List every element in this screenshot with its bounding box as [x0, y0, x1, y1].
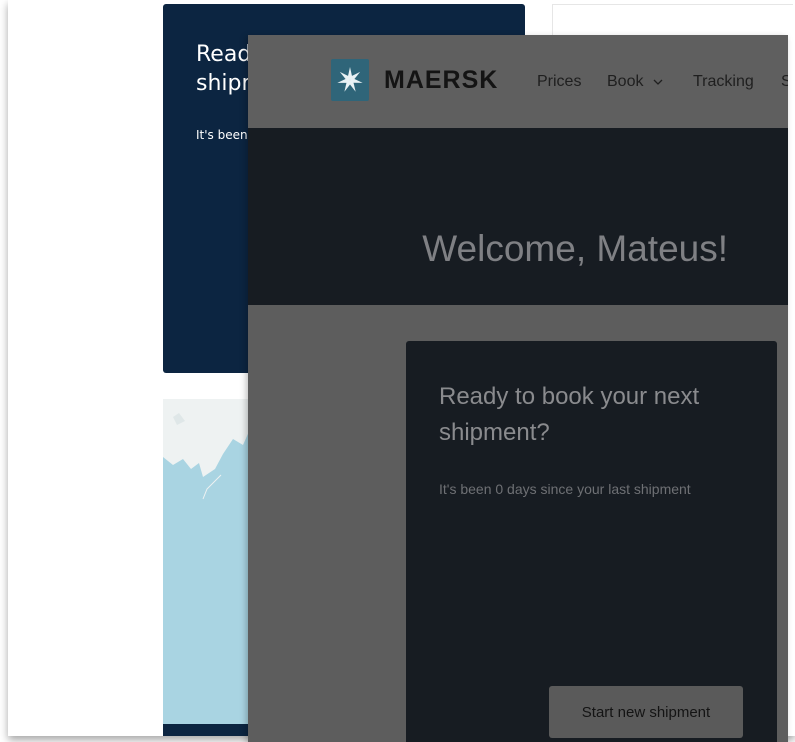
nav-item-truncated[interactable]: S: [781, 73, 788, 91]
maersk-star-icon[interactable]: [331, 59, 369, 101]
booking-card-title: Ready to book your next shipment?: [439, 383, 700, 446]
brand-name[interactable]: MAERSK: [384, 66, 498, 95]
nav-book-label: Book: [607, 73, 644, 90]
chevron-down-icon: [653, 79, 663, 85]
welcome-banner: Welcome, Mateus!: [248, 128, 788, 305]
nav-tracking[interactable]: Tracking: [693, 73, 754, 91]
start-new-shipment-button[interactable]: Start new shipment: [549, 686, 743, 738]
booking-card: Ready to book your next shipment? It's b…: [406, 341, 777, 742]
top-navigation: MAERSK Prices Book Tracking S: [248, 35, 788, 128]
foreground-window: MAERSK Prices Book Tracking S Welcome, M…: [248, 35, 788, 742]
nav-prices[interactable]: Prices: [537, 73, 581, 91]
nav-book[interactable]: Book: [607, 73, 663, 91]
welcome-title: Welcome, Mateus!: [422, 228, 728, 269]
booking-card-subtitle: It's been 0 days since your last shipmen…: [439, 481, 691, 497]
